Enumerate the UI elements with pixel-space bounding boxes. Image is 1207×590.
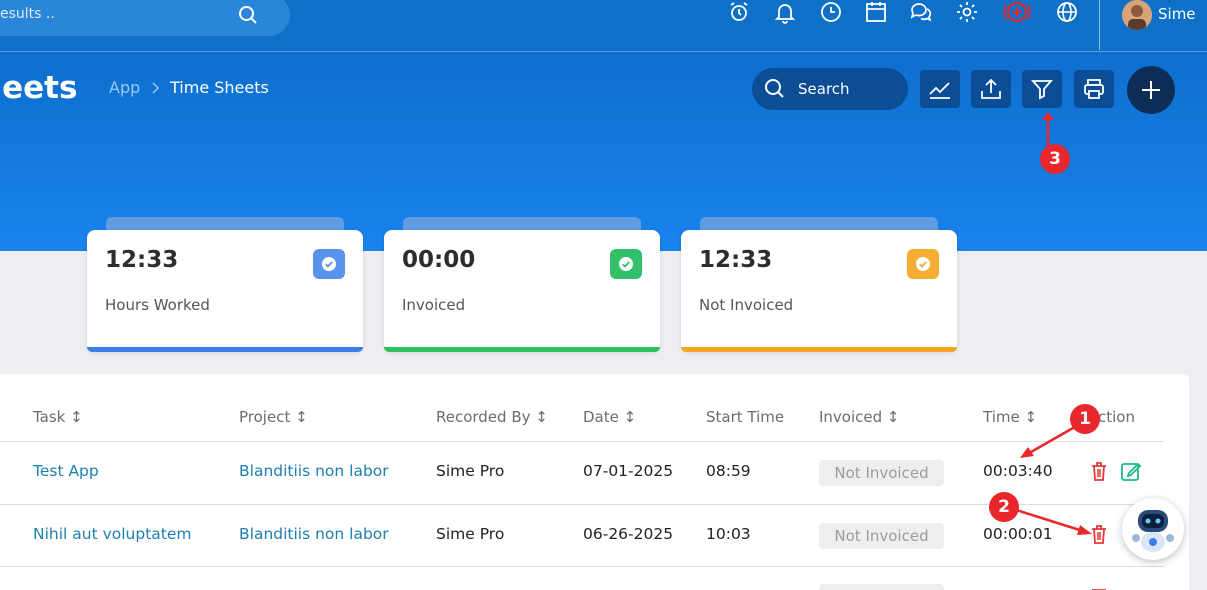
search-icon[interactable]	[238, 5, 258, 25]
annotation-arrow-2	[1015, 508, 1092, 535]
chat-icon[interactable]	[909, 0, 933, 24]
invoice-status-badge: Not Invoiced	[819, 460, 944, 486]
edit-icon[interactable]	[1120, 460, 1142, 482]
row-task-link[interactable]: Test App	[33, 462, 99, 480]
column-header-task[interactable]: Task ↕	[33, 408, 83, 426]
breadcrumb-app[interactable]: App	[109, 78, 140, 97]
top-navbar: esults .. Sime	[0, 0, 1207, 52]
row-recorded-by: Sime Pro	[436, 525, 505, 543]
export-button[interactable]	[971, 70, 1011, 108]
global-search-input[interactable]: esults ..	[0, 0, 290, 36]
global-search-placeholder: esults ..	[0, 6, 55, 22]
column-header-recorded-by[interactable]: Recorded By ↕	[436, 408, 548, 426]
plus-icon	[1142, 81, 1160, 99]
check-badge-icon	[610, 249, 642, 279]
table-header-divider	[0, 441, 1164, 442]
invoice-status-badge: Not Invoiced	[819, 523, 944, 549]
stat-card-not-invoiced: 12:33 Not Invoiced	[681, 230, 957, 352]
row-project-link[interactable]: Blanditiis non labor	[239, 462, 389, 480]
row-date: 06-26-2025	[583, 525, 674, 543]
column-header-date[interactable]: Date ↕	[583, 408, 636, 426]
filter-icon	[1031, 80, 1053, 100]
robot-icon	[1132, 510, 1174, 552]
stat-card-invoiced: 00:00 Invoiced	[384, 230, 660, 352]
gear-icon[interactable]	[955, 0, 979, 24]
page-title: heets	[0, 70, 78, 106]
check-badge-icon	[313, 249, 345, 279]
calendar-icon[interactable]	[864, 0, 888, 24]
user-name[interactable]: Sime	[1158, 5, 1196, 23]
row-start-time: 08:59	[706, 462, 751, 480]
alarm-clock-icon[interactable]	[727, 0, 751, 24]
annotation-marker-1: 1	[1070, 404, 1100, 434]
trash-icon[interactable]	[1088, 460, 1110, 482]
timesheet-table-panel	[0, 374, 1189, 590]
row-recorded-by: Sime Pro	[436, 462, 505, 480]
printer-icon	[1084, 79, 1104, 99]
annotation-arrow-3	[1042, 112, 1054, 146]
stat-value: 12:33	[699, 247, 773, 273]
globe-icon[interactable]	[1055, 0, 1079, 24]
stat-label: Hours Worked	[105, 296, 210, 314]
column-header-project[interactable]: Project ↕	[239, 408, 308, 426]
bell-icon[interactable]	[773, 0, 797, 24]
add-timesheet-button[interactable]	[1127, 66, 1175, 114]
row-start-time: 10:03	[706, 525, 751, 543]
table-search-label: Search	[798, 80, 850, 98]
stat-value: 12:33	[105, 247, 179, 273]
navbar-divider	[1099, 0, 1100, 50]
breadcrumb-current: Time Sheets	[170, 78, 269, 97]
stat-value: 00:00	[402, 247, 476, 273]
table-row-divider	[0, 566, 1164, 567]
row-task-link[interactable]: Nihil aut voluptatem	[33, 525, 192, 543]
row-project-link[interactable]: Blanditiis non labor	[239, 525, 389, 543]
stat-label: Not Invoiced	[699, 296, 794, 314]
avatar[interactable]	[1122, 0, 1152, 30]
check-badge-icon	[907, 249, 939, 279]
chart-button[interactable]	[920, 70, 960, 108]
chat-assistant-button[interactable]	[1122, 498, 1184, 560]
clock-icon[interactable]	[819, 0, 843, 24]
stat-card-accent	[384, 347, 660, 352]
trash-icon[interactable]	[1088, 584, 1110, 590]
stat-label: Invoiced	[402, 296, 466, 314]
add-circle-icon[interactable]	[1003, 0, 1031, 24]
upload-icon	[981, 78, 1001, 99]
stat-card-hours-worked: 12:33 Hours Worked	[87, 230, 363, 352]
row-date: 07-01-2025	[583, 462, 674, 480]
user-avatar-icon	[1122, 0, 1152, 30]
search-icon	[765, 79, 784, 98]
stat-card-accent	[87, 347, 363, 352]
column-header-action: ction	[1098, 408, 1135, 426]
annotation-marker-3: 3	[1040, 144, 1070, 174]
stat-card-accent	[681, 347, 957, 352]
breadcrumb-chevron-icon	[152, 82, 160, 94]
annotation-marker-2: 2	[989, 492, 1019, 522]
column-header-invoiced[interactable]: Invoiced ↕	[819, 408, 900, 426]
invoice-status-badge	[819, 584, 944, 590]
print-button[interactable]	[1074, 70, 1114, 108]
filter-button[interactable]	[1022, 70, 1062, 108]
row-time: 00:03:40	[983, 462, 1053, 480]
trend-chart-icon	[929, 82, 950, 99]
table-search-input[interactable]: Search	[752, 68, 908, 110]
column-header-start-time: Start Time	[706, 408, 785, 426]
